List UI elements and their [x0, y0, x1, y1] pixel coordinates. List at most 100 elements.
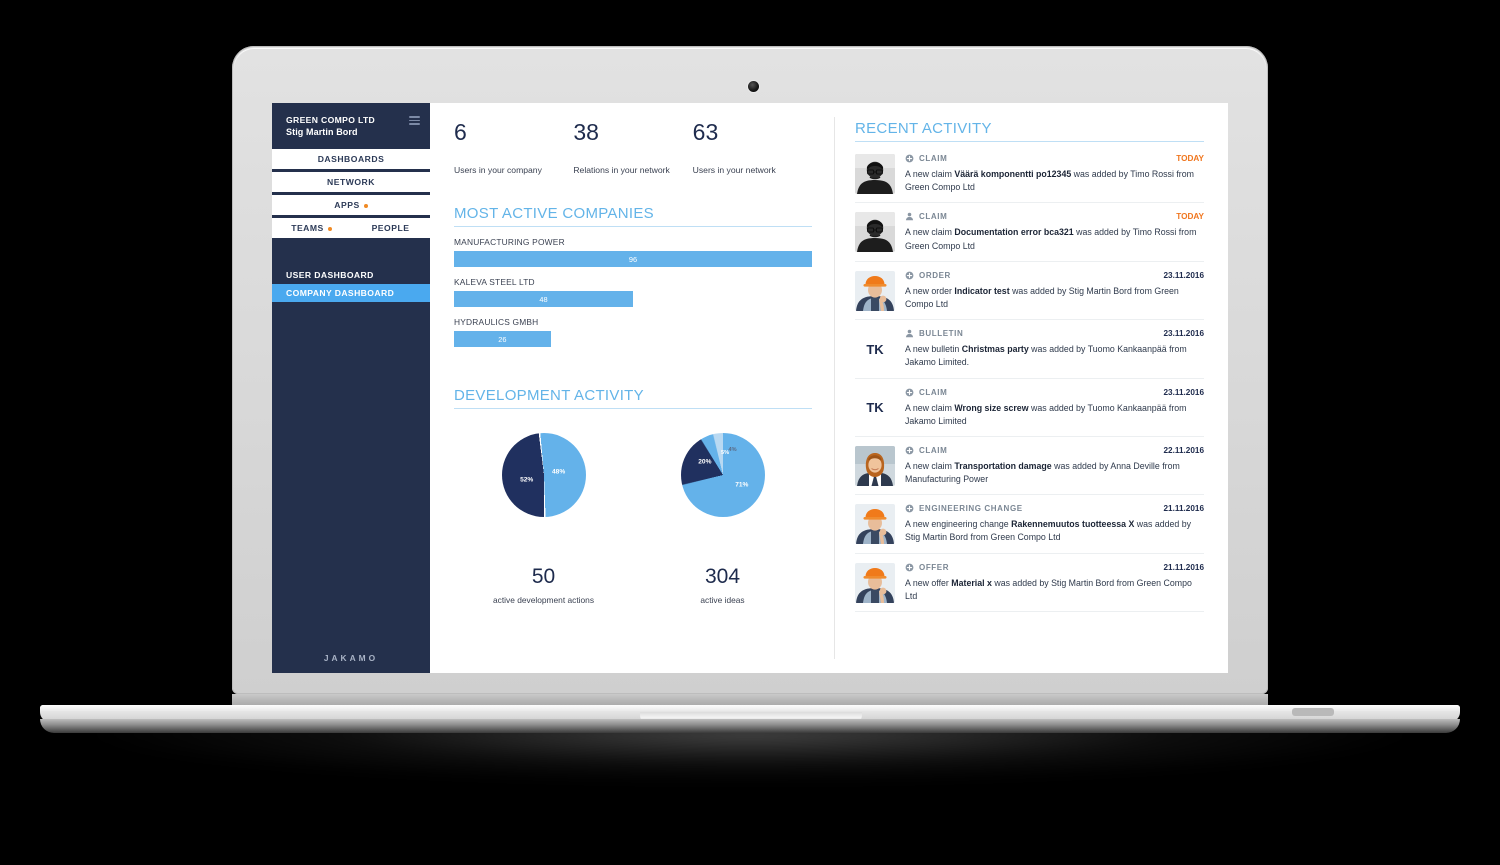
- stat-users-in-network: 63 Users in your network: [692, 121, 812, 176]
- activity-item[interactable]: ORDER 23.11.2016 A new order Indicator tes…: [855, 262, 1204, 321]
- activity-type: OFFER: [905, 563, 949, 572]
- sidebar-item-people-label: PEOPLE: [371, 222, 410, 233]
- development-activity-title: DEVELOPMENT ACTIVITY: [454, 387, 812, 409]
- activity-type-label: OFFER: [919, 562, 950, 572]
- pie-shape: 48% 52%: [501, 433, 586, 517]
- activity-item[interactable]: OFFER 21.11.2016 A new offer Material x wa…: [855, 554, 1204, 612]
- pie-slice-label: 48%: [552, 468, 566, 476]
- plus-circle-icon: [905, 563, 914, 572]
- activity-body: CLAIM 22.11.2016 A new claim Transportatio…: [905, 446, 1204, 486]
- activity-header: BULLETIN 23.11.2016: [905, 329, 1204, 338]
- sidebar-item-network[interactable]: NETWORK: [272, 171, 430, 192]
- company-name: MANUFACTURING POWER: [454, 237, 565, 247]
- activity-body: CLAIM 23.11.2016 A new claim Wrong size sc…: [905, 388, 1204, 428]
- company-bar: 26: [454, 331, 551, 347]
- activity-text: A new claim Wrong size screw was added b…: [905, 402, 1187, 426]
- avatar-photo: [855, 154, 895, 194]
- activity-type: ORDER: [905, 271, 951, 280]
- teams-notification-dot: [327, 226, 332, 231]
- activity-subject: Wrong size screw: [954, 402, 1029, 413]
- activity-subject: Christmas party: [961, 344, 1029, 355]
- pie-slice-label: 20%: [698, 458, 712, 466]
- main-content: 6 Users in your company 38 Relations in …: [430, 103, 1228, 673]
- pie-total-value: 304: [704, 565, 741, 588]
- activity-header: CLAIM TODAY: [905, 154, 1204, 163]
- apps-notification-dot: [363, 203, 368, 208]
- avatar-photo: [855, 504, 895, 545]
- activity-body: BULLETIN 23.11.2016 A new bulletin Christm…: [905, 329, 1204, 369]
- recent-activity-list[interactable]: CLAIM TODAY A new claim Väärä komponentti …: [855, 145, 1204, 612]
- pie-shape: 71% 20% 5% 4%: [680, 433, 765, 517]
- activity-type: BULLETIN: [905, 329, 963, 338]
- activity-type: CLAIM: [905, 388, 947, 397]
- activity-type: CLAIM: [905, 212, 947, 221]
- left-column: 6 Users in your company 38 Relations in …: [430, 103, 834, 673]
- activity-header: CLAIM TODAY: [905, 212, 1204, 221]
- sidebar-item-apps[interactable]: APPS: [272, 194, 430, 215]
- activity-item[interactable]: TK CLAIM 23.11.2016 A new claim Wrong size …: [855, 379, 1204, 437]
- sidebar-item-dashboards[interactable]: DASHBOARDS: [272, 148, 430, 169]
- hamburger-icon[interactable]: [409, 116, 420, 125]
- company-bar-row: KALEVA STEEL LTD 48: [454, 277, 812, 307]
- activity-type-label: CLAIM: [919, 445, 948, 455]
- laptop-screen: GREEN COMPO LTD Stig Martin Bord DASHBOA…: [272, 103, 1228, 673]
- sidebar: GREEN COMPO LTD Stig Martin Bord DASHBOA…: [272, 103, 430, 673]
- activity-text: A new claim Documentation error bca321 w…: [905, 227, 1197, 251]
- activity-type: CLAIM: [905, 446, 947, 455]
- sidebar-subnav: TEAMS PEOPLE: [272, 217, 430, 238]
- stat-users-in-company: 6 Users in your company: [454, 119, 573, 176]
- sidebar-item-company-dashboard-label: COMPANY DASHBOARD: [286, 287, 395, 298]
- company-bar-row: MANUFACTURING POWER 96: [454, 237, 812, 267]
- development-activity-charts: 48% 52% 50 active development actions 71…: [454, 433, 812, 605]
- activity-date: TODAY: [1176, 154, 1204, 163]
- avatar-photo: [855, 212, 895, 253]
- activity-item[interactable]: ENGINEERING CHANGE 21.11.2016 A new engine…: [855, 495, 1204, 554]
- sidebar-item-user-dashboard-label: USER DASHBOARD: [286, 269, 374, 280]
- app-window: GREEN COMPO LTD Stig Martin Bord DASHBOA…: [272, 103, 1228, 673]
- activity-type-label: ORDER: [919, 270, 951, 280]
- activity-subject: Material x: [951, 577, 992, 588]
- sidebar-item-people[interactable]: PEOPLE: [351, 218, 430, 238]
- activity-type-label: ENGINEERING CHANGE: [919, 504, 1023, 514]
- person-icon: [905, 213, 914, 221]
- activity-text: A new bulletin Christmas party was added…: [905, 344, 1187, 368]
- stat-label: Relations in your network: [573, 165, 670, 175]
- stat-value: 38: [573, 119, 599, 145]
- avatar: [855, 154, 895, 194]
- sidebar-item-teams-label: TEAMS: [291, 222, 324, 233]
- activity-header: ENGINEERING CHANGE 21.11.2016: [905, 504, 1204, 513]
- sidebar-item-teams[interactable]: TEAMS: [272, 218, 351, 238]
- bar-value: 96: [628, 254, 638, 264]
- stat-label: Users in your company: [454, 165, 542, 175]
- activity-body: ORDER 23.11.2016 A new order Indicator tes…: [905, 271, 1204, 311]
- sidebar-item-apps-label: APPS: [334, 199, 360, 210]
- avatar: TK: [855, 329, 895, 370]
- stat-value: 6: [454, 119, 467, 145]
- sidebar-company-name: GREEN COMPO LTD: [286, 115, 376, 125]
- activity-item[interactable]: CLAIM 22.11.2016 A new claim Transportatio…: [855, 437, 1204, 496]
- company-bar-row: HYDRAULICS GMBH 26: [454, 317, 812, 347]
- activity-text: A new offer Material x was added by Stig…: [905, 577, 1192, 601]
- activity-subject: Rakennemuutos tuotteessa X: [1011, 519, 1135, 530]
- activity-header: CLAIM 23.11.2016: [905, 388, 1204, 397]
- sidebar-item-user-dashboard[interactable]: USER DASHBOARD: [272, 266, 430, 284]
- bar-track: 48: [454, 291, 812, 307]
- avatar-initials: TK: [866, 341, 884, 357]
- activity-subject: Väärä komponentti po12345: [954, 169, 1072, 179]
- activity-text: A new claim Transportation damage was ad…: [905, 460, 1180, 485]
- avatar: [855, 212, 895, 253]
- activity-date: TODAY: [1176, 212, 1204, 222]
- activity-item[interactable]: CLAIM TODAY A new claim Väärä komponentti …: [855, 145, 1204, 204]
- stat-relations-in-network: 38 Relations in your network: [573, 119, 692, 176]
- pie-chart-development-actions: 48% 52% 50 active development actions: [469, 433, 619, 605]
- avatar-photo: [855, 270, 895, 311]
- sidebar-item-company-dashboard[interactable]: COMPANY DASHBOARD: [272, 283, 430, 302]
- pie-total-value: 50: [531, 565, 556, 588]
- activity-item[interactable]: TK BULLETIN 23.11.2016 A new bulletin Chris…: [855, 320, 1204, 379]
- company-name: KALEVA STEEL LTD: [454, 277, 535, 287]
- plus-circle-icon: [905, 504, 914, 513]
- laptop-foot: [1292, 708, 1334, 716]
- stat-label: Users in your network: [692, 165, 776, 175]
- plus-circle-icon: [905, 154, 914, 163]
- activity-item[interactable]: CLAIM TODAY A new claim Documentation erro…: [855, 203, 1204, 262]
